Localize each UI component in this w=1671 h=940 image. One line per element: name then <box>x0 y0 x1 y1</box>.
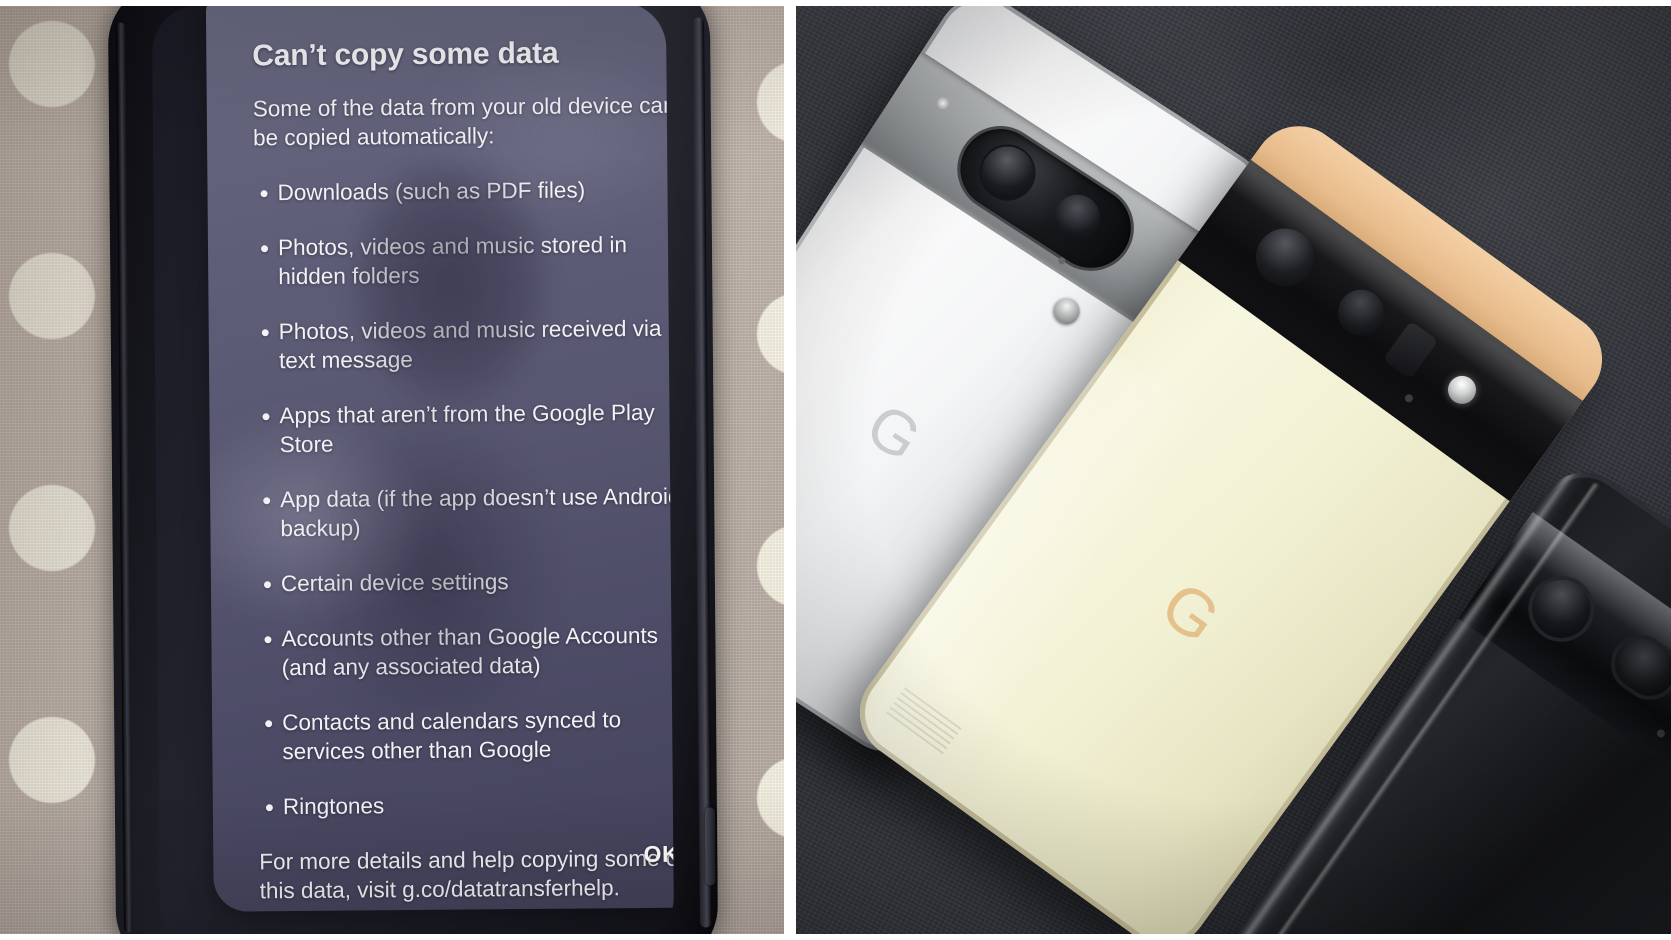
list-item: App data (if the app doesn’t use Android… <box>256 482 674 544</box>
list-item: Photos, videos and music received via te… <box>255 314 674 376</box>
list-item: Ringtones <box>259 789 674 822</box>
dialog-lead-text: Some of the data from your old device ca… <box>252 92 675 151</box>
pixel-6-pro-sensor-dot <box>1403 392 1415 404</box>
phone-right-rail <box>692 17 712 928</box>
top-white-border <box>0 0 1671 6</box>
cant-copy-some-data-dialog: Can’t copy some data Some of the data fr… <box>205 6 675 912</box>
pixel-8-lens-highlight <box>934 94 952 112</box>
list-item: Accounts other than Google Accounts (and… <box>257 621 674 683</box>
bottom-white-border <box>0 934 1671 940</box>
android-phone-device: Can’t copy some data Some of the data fr… <box>107 6 719 934</box>
list-item: Contacts and calendars synced to service… <box>258 705 674 767</box>
list-item: Certain device settings <box>257 566 674 599</box>
dialog-content: Can’t copy some data Some of the data fr… <box>252 36 674 906</box>
pixel-6-pro-flash <box>1442 370 1482 410</box>
phone-left-rail <box>116 22 133 933</box>
power-button[interactable] <box>704 807 716 886</box>
dialog-button-row: OK <box>259 835 674 878</box>
list-item: Photos, videos and music stored in hidde… <box>254 230 674 292</box>
phone-screen: Can’t copy some data Some of the data fr… <box>151 6 675 934</box>
list-item: Apps that aren’t from the Google Play St… <box>255 398 674 460</box>
list-item: Downloads (such as PDF files) <box>253 175 674 208</box>
pixel-7-pro-sensor-dot <box>1655 727 1667 740</box>
uncopyable-data-list: Downloads (such as PDF files) Photos, vi… <box>253 175 674 822</box>
ok-button[interactable]: OK <box>633 835 674 874</box>
dialog-title: Can’t copy some data <box>252 36 559 73</box>
panel-divider <box>784 0 796 940</box>
left-photo-panel: Can’t copy some data Some of the data fr… <box>0 6 784 934</box>
right-photo-panel: G G <box>796 6 1671 934</box>
screenshot-canvas: Can’t copy some data Some of the data fr… <box>0 0 1671 940</box>
